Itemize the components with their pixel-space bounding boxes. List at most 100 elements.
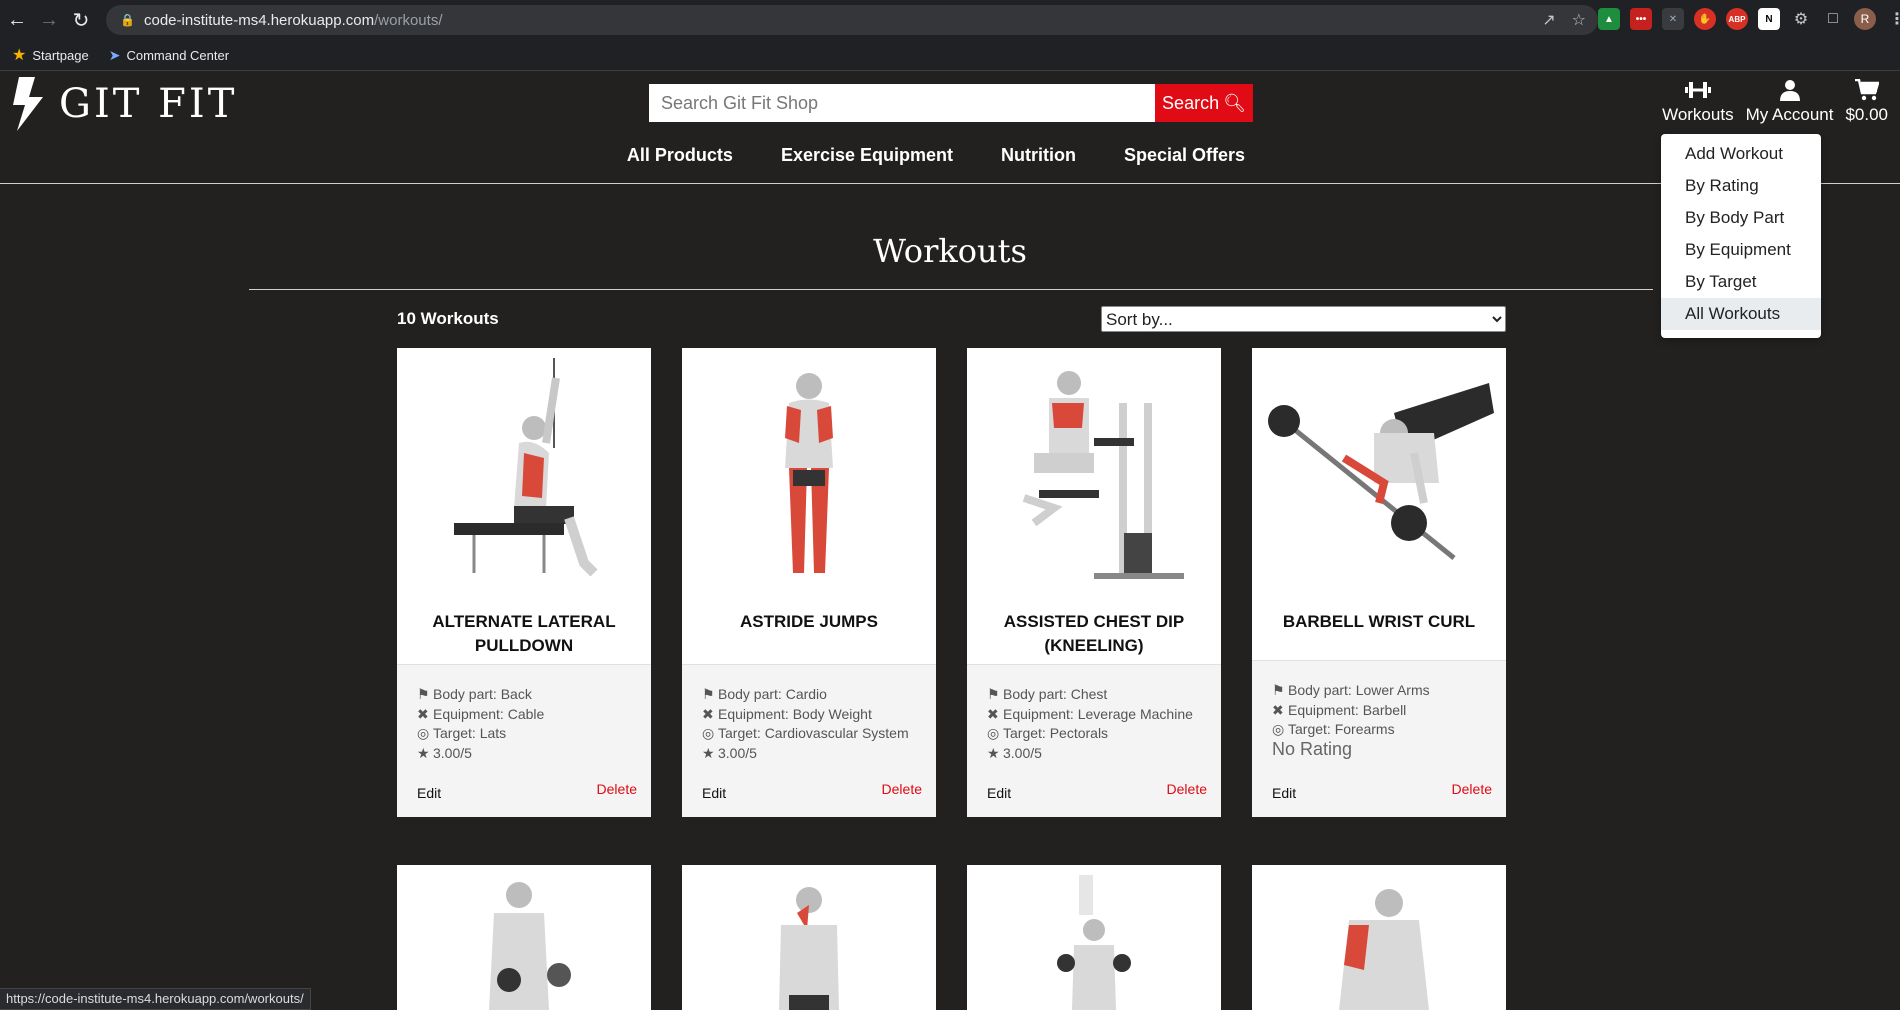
workout-image[interactable] <box>967 348 1221 598</box>
dropdown-by-rating[interactable]: By Rating <box>1661 170 1821 202</box>
back-button[interactable]: ← <box>2 5 32 35</box>
rating: 3.00/5 <box>433 744 472 761</box>
tools-icon: ✖ <box>1272 701 1284 718</box>
workout-image[interactable] <box>682 865 936 1010</box>
body-part: Body part: Lower Arms <box>1288 682 1430 698</box>
delete-link[interactable]: Delete <box>1167 781 1207 797</box>
tag-icon: ⚑ <box>702 686 715 702</box>
star-icon: ★ <box>987 744 1000 761</box>
adblock-extension-icon[interactable]: ABP <box>1726 8 1748 30</box>
workout-image[interactable] <box>397 865 651 1010</box>
workout-image[interactable] <box>1252 865 1506 1010</box>
search-button-label: Search <box>1162 92 1220 113</box>
workout-card[interactable] <box>967 865 1221 1010</box>
equipment: Equipment: Body Weight <box>718 705 872 722</box>
workouts-label: Workouts <box>1662 105 1734 124</box>
target-icon: ◎ <box>417 725 430 741</box>
nav-special-offers[interactable]: Special Offers <box>1124 145 1245 166</box>
lastpass-extension-icon[interactable]: ••• <box>1630 8 1652 30</box>
link-status-bar: https://code-institute-ms4.herokuapp.com… <box>0 988 311 1010</box>
card-body: ⚑ Body part: Back ✖ Equipment: Cable ◎ Targ… <box>397 664 651 817</box>
my-account-label: My Account <box>1745 105 1834 124</box>
rating: No Rating <box>1272 738 1353 759</box>
equipment: Equipment: Leverage Machine <box>1003 705 1193 722</box>
sidepanel-icon[interactable]: □ <box>1822 8 1844 30</box>
rating: 3.00/5 <box>1003 744 1042 761</box>
tag-icon: ⚑ <box>1272 682 1285 698</box>
workout-image[interactable] <box>967 865 1221 1010</box>
delete-link[interactable]: Delete <box>1452 781 1492 797</box>
tools-icon: ✖ <box>987 705 999 722</box>
profile-avatar[interactable]: R <box>1854 8 1876 30</box>
body-part: Body part: Cardio <box>718 686 827 702</box>
workout-card[interactable]: BARBELL WRIST CURL ⚑ Body part: Lower Arm… <box>1252 348 1506 817</box>
workout-card[interactable] <box>1252 865 1506 1010</box>
notion-extension-icon[interactable]: N <box>1758 8 1780 30</box>
target-icon: ◎ <box>987 725 1000 741</box>
share-icon[interactable]: ↗ <box>1542 10 1555 30</box>
star-icon: ★ <box>702 744 715 761</box>
workout-card[interactable]: ALTERNATE LATERAL PULLDOWN ⚑ Body part: B… <box>397 348 651 817</box>
my-account-button[interactable]: My Account <box>1745 79 1834 125</box>
workout-card[interactable] <box>682 865 936 1010</box>
workout-card[interactable]: ASSISTED CHEST DIP (KNEELING) ⚑ Body part… <box>967 348 1221 817</box>
dropdown-add-workout[interactable]: Add Workout <box>1661 138 1821 170</box>
search-form: Search 🔍︎ <box>649 84 1253 122</box>
card-body: ⚑ Body part: Lower Arms ✖ Equipment: Barbe… <box>1252 660 1506 817</box>
hand-extension-icon[interactable]: ✋ <box>1694 8 1716 30</box>
workout-card[interactable] <box>397 865 651 1010</box>
puzzle-icon[interactable]: ⚙ <box>1790 8 1812 30</box>
bookmark-star-icon[interactable]: ☆ <box>1572 10 1586 30</box>
sort-select[interactable]: Sort by... <box>1101 306 1506 332</box>
x-extension-icon[interactable]: ✕ <box>1662 8 1684 30</box>
reload-button[interactable]: ↻ <box>66 5 96 35</box>
workout-name[interactable]: ASTRIDE JUMPS <box>692 610 926 634</box>
tools-icon: ✖ <box>417 705 429 722</box>
dropdown-by-target[interactable]: By Target <box>1661 266 1821 298</box>
edit-link[interactable]: Edit <box>702 785 726 801</box>
nav-all-products[interactable]: All Products <box>627 145 733 166</box>
edit-link[interactable]: Edit <box>417 785 441 801</box>
equipment: Equipment: Barbell <box>1288 701 1407 718</box>
workout-image[interactable] <box>682 348 936 598</box>
edit-link[interactable]: Edit <box>1272 785 1296 801</box>
target: Target: Pectorals <box>1003 725 1109 741</box>
edit-link[interactable]: Edit <box>987 785 1011 801</box>
target: Target: Cardiovascular System <box>718 725 909 741</box>
nav-exercise-equipment[interactable]: Exercise Equipment <box>781 145 953 166</box>
nav-nutrition[interactable]: Nutrition <box>1001 145 1076 166</box>
tools-icon: ✖ <box>702 705 714 722</box>
bookmarks-bar: ★ Startpage ➤ Command Center <box>0 40 1900 71</box>
address-bar[interactable]: 🔒 code-institute-ms4.herokuapp.com/worko… <box>106 5 1598 35</box>
target-icon: ◎ <box>1272 721 1285 737</box>
search-button[interactable]: Search 🔍︎ <box>1155 84 1253 122</box>
header-icons: Workouts My Account $0.00 <box>1662 78 1888 125</box>
cart-button[interactable]: $0.00 <box>1845 78 1888 125</box>
search-input[interactable] <box>649 84 1155 122</box>
bookmark-startpage[interactable]: ★ Startpage <box>12 45 89 65</box>
url-text: code-institute-ms4.herokuapp.com/workout… <box>144 12 442 29</box>
workout-name[interactable]: BARBELL WRIST CURL <box>1262 610 1496 634</box>
delete-link[interactable]: Delete <box>597 781 637 797</box>
forward-button[interactable]: → <box>34 5 64 35</box>
dropdown-by-body-part[interactable]: By Body Part <box>1661 202 1821 234</box>
body-part: Body part: Chest <box>1003 686 1108 702</box>
target: Target: Lats <box>433 725 507 741</box>
workouts-menu-button[interactable]: Workouts <box>1662 79 1734 125</box>
logo[interactable]: GIT FIT <box>13 77 237 131</box>
url-path: /workouts/ <box>374 11 443 29</box>
cart-total: $0.00 <box>1845 105 1888 124</box>
target-icon: ◎ <box>702 725 715 741</box>
workout-image[interactable] <box>397 348 651 598</box>
dropdown-all-workouts[interactable]: All Workouts <box>1661 298 1821 330</box>
kebab-menu-icon[interactable]: ⋮ <box>1886 8 1900 30</box>
workout-name[interactable]: ALTERNATE LATERAL PULLDOWN <box>407 610 641 658</box>
workout-card[interactable]: ASTRIDE JUMPS ⚑ Body part: Cardio ✖ Equipm… <box>682 348 936 817</box>
workout-count: 10 Workouts <box>397 309 499 328</box>
delete-link[interactable]: Delete <box>882 781 922 797</box>
workout-image[interactable] <box>1252 348 1506 598</box>
bookmark-command-center[interactable]: ➤ Command Center <box>109 47 229 64</box>
workout-name[interactable]: ASSISTED CHEST DIP (KNEELING) <box>977 610 1211 658</box>
drive-extension-icon[interactable]: ▲ <box>1598 8 1620 30</box>
user-icon <box>1779 79 1801 105</box>
